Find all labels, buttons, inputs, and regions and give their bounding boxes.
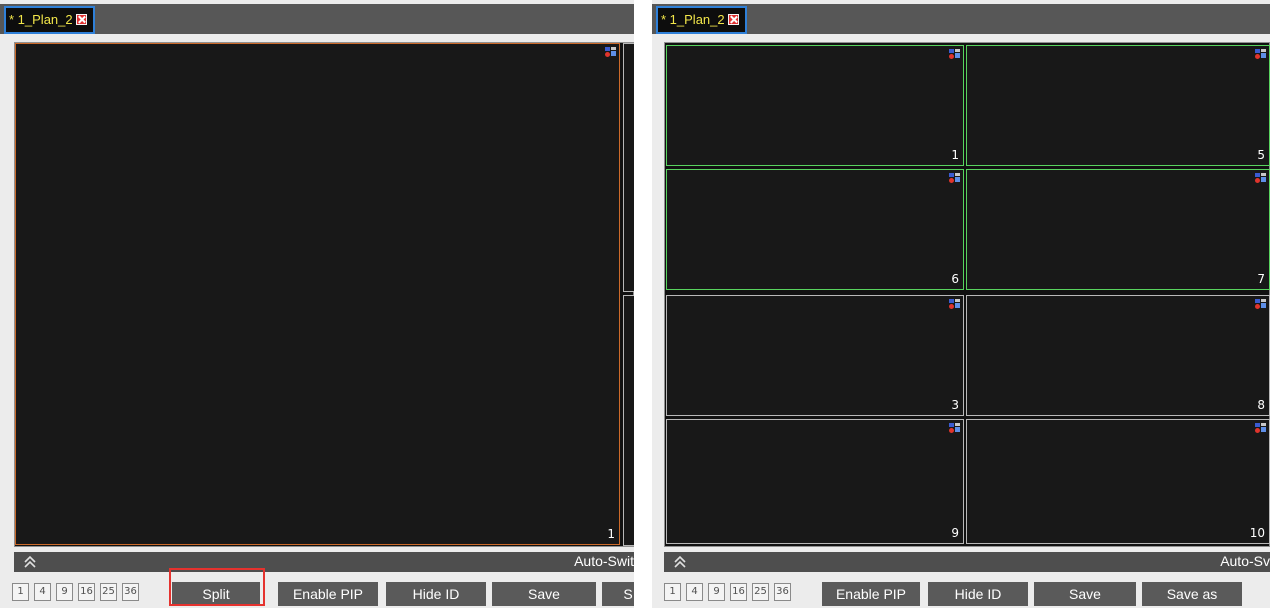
layout-25-button[interactable]: 25 bbox=[100, 583, 117, 601]
collapse-up-icon[interactable] bbox=[672, 554, 688, 570]
screen-number: 1 bbox=[607, 527, 615, 541]
save-button[interactable]: Save bbox=[1034, 582, 1136, 606]
video-wall: 1 bbox=[14, 42, 634, 547]
layout-25-button[interactable]: 25 bbox=[752, 583, 769, 601]
screen-10[interactable]: 10 bbox=[966, 419, 1270, 544]
close-icon[interactable] bbox=[727, 14, 739, 25]
screen-number: 1 bbox=[951, 148, 959, 162]
layout-36-button[interactable]: 36 bbox=[122, 583, 139, 601]
video-wall: 1 5 6 7 3 8 9 10 bbox=[664, 42, 1270, 547]
layout-1-button[interactable]: 1 bbox=[664, 583, 681, 601]
auto-switch-label: Auto-Swit bbox=[574, 553, 634, 569]
source-icon[interactable] bbox=[949, 299, 960, 309]
layout-36-button[interactable]: 36 bbox=[774, 583, 791, 601]
save-button[interactable]: Save bbox=[492, 582, 596, 606]
collapse-up-icon[interactable] bbox=[22, 554, 38, 570]
source-icon[interactable] bbox=[1255, 299, 1266, 309]
screen-7[interactable]: 7 bbox=[966, 169, 1270, 290]
screen-number: 3 bbox=[951, 398, 959, 412]
screen-9[interactable]: 9 bbox=[666, 419, 964, 544]
screen-number: 8 bbox=[1257, 398, 1265, 412]
layout-16-button[interactable]: 16 bbox=[730, 583, 747, 601]
screen-partial-top[interactable] bbox=[623, 43, 634, 292]
screen-number: 7 bbox=[1257, 272, 1265, 286]
left-panel: * 1_Plan_2 1 Auto-Swit 1 4 9 16 25 36 Sp… bbox=[0, 0, 634, 608]
source-icon[interactable] bbox=[1255, 49, 1266, 59]
layout-16-button[interactable]: 16 bbox=[78, 583, 95, 601]
source-icon[interactable] bbox=[949, 423, 960, 433]
split-button[interactable]: Split bbox=[172, 582, 260, 606]
bottom-toolbar: 1 4 9 16 25 36 Split Enable PIP Hide ID … bbox=[10, 580, 634, 606]
auto-switch-bar[interactable]: Auto-Swit bbox=[14, 552, 634, 572]
right-panel: * 1_Plan_2 1 5 6 7 3 8 9 10 Auto-Sv 1 4 … bbox=[652, 0, 1270, 608]
screen-1[interactable]: 1 bbox=[15, 43, 620, 545]
screen-number: 6 bbox=[951, 272, 959, 286]
save-as-button[interactable]: Save as bbox=[1142, 582, 1242, 606]
auto-switch-bar[interactable]: Auto-Sv bbox=[664, 552, 1270, 572]
screen-partial-bottom[interactable] bbox=[623, 295, 634, 546]
screen-number: 5 bbox=[1257, 148, 1265, 162]
source-icon[interactable] bbox=[1255, 423, 1266, 433]
layout-4-button[interactable]: 4 bbox=[686, 583, 703, 601]
enable-pip-button[interactable]: Enable PIP bbox=[278, 582, 378, 606]
hide-id-button[interactable]: Hide ID bbox=[386, 582, 486, 606]
tab-title: * 1_Plan_2 bbox=[661, 12, 725, 27]
screen-number: 9 bbox=[951, 526, 959, 540]
enable-pip-button[interactable]: Enable PIP bbox=[822, 582, 920, 606]
hide-id-button[interactable]: Hide ID bbox=[928, 582, 1028, 606]
screen-5[interactable]: 5 bbox=[966, 45, 1270, 166]
bottom-toolbar: 1 4 9 16 25 36 Enable PIP Hide ID Save S… bbox=[662, 580, 1270, 606]
screen-8[interactable]: 8 bbox=[966, 295, 1270, 416]
source-icon[interactable] bbox=[605, 47, 616, 57]
screen-number: 10 bbox=[1249, 526, 1265, 540]
layout-1-button[interactable]: 1 bbox=[12, 583, 29, 601]
source-icon[interactable] bbox=[949, 173, 960, 183]
layout-4-button[interactable]: 4 bbox=[34, 583, 51, 601]
tab-bar: * 1_Plan_2 bbox=[0, 4, 634, 34]
screen-6[interactable]: 6 bbox=[666, 169, 964, 290]
tab-bar: * 1_Plan_2 bbox=[652, 4, 1270, 34]
tab-title: * 1_Plan_2 bbox=[9, 12, 73, 27]
layout-9-button[interactable]: 9 bbox=[708, 583, 725, 601]
screen-1[interactable]: 1 bbox=[666, 45, 964, 166]
source-icon[interactable] bbox=[949, 49, 960, 59]
layout-9-button[interactable]: 9 bbox=[56, 583, 73, 601]
tab-plan[interactable]: * 1_Plan_2 bbox=[656, 6, 747, 34]
save-as-button-partial[interactable]: S bbox=[602, 582, 634, 606]
close-icon[interactable] bbox=[75, 14, 87, 25]
tab-plan[interactable]: * 1_Plan_2 bbox=[4, 6, 95, 34]
screen-3[interactable]: 3 bbox=[666, 295, 964, 416]
source-icon[interactable] bbox=[1255, 173, 1266, 183]
auto-switch-label: Auto-Sv bbox=[1220, 553, 1270, 569]
